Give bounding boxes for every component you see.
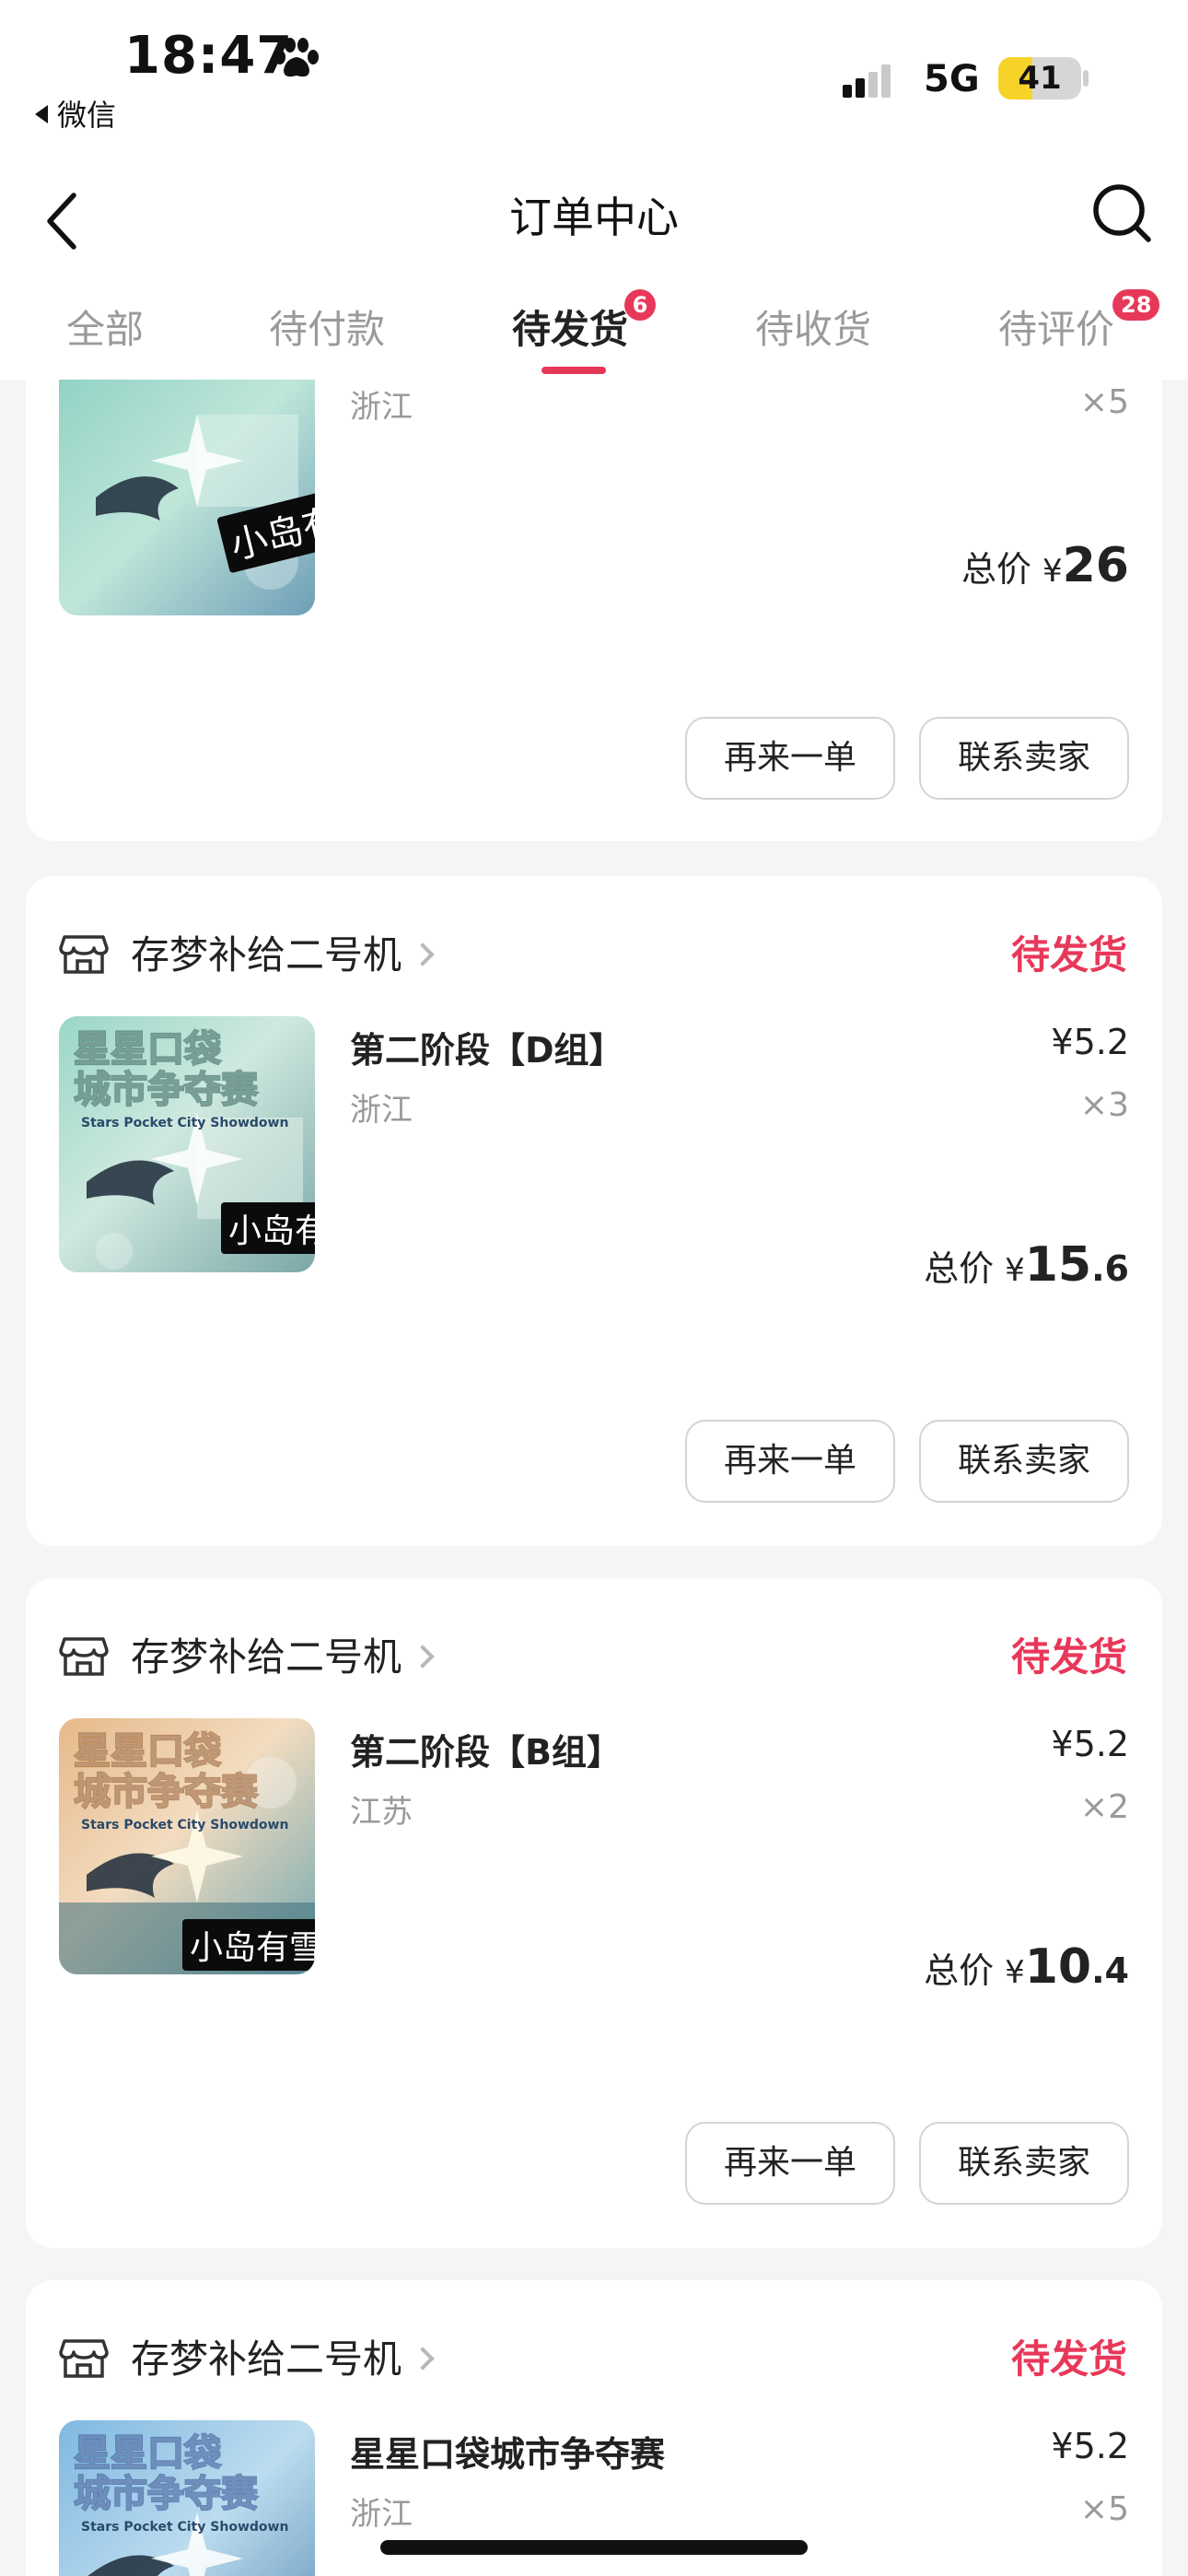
home-indicator[interactable] <box>380 2540 808 2555</box>
total-currency: ¥ <box>1005 1252 1025 1289</box>
product-name[interactable]: 第二阶段【B组】 <box>350 1724 622 1774</box>
tab-pending-payment[interactable]: 待付款 <box>269 299 385 355</box>
order-total: 总价 ¥26 <box>961 538 1129 593</box>
tab-badge: 6 <box>624 289 656 321</box>
total-amount: 26 <box>1062 538 1129 593</box>
product-region: 浙江 <box>350 389 413 426</box>
chevron-right-icon <box>411 943 435 966</box>
total-amount: 15 <box>1024 1237 1092 1293</box>
signal-icon <box>843 64 891 98</box>
product-thumbnail[interactable]: 星星口袋 城市争夺赛 Stars Pocket City Showdown <box>59 2420 315 2576</box>
total-amount: 10 <box>1024 1939 1092 1995</box>
art-subtitle: Stars Pocket City Showdown <box>81 1818 289 1832</box>
order-total: 总价 ¥15.6 <box>924 1237 1129 1293</box>
product-thumbnail[interactable]: 星星口袋 城市争夺赛 Stars Pocket City Showdown 小岛有… <box>59 1718 315 1974</box>
order-total: 总价 ¥10.4 <box>924 1939 1129 1995</box>
tab-all[interactable]: 全部 <box>66 299 144 355</box>
paw-icon <box>274 38 319 77</box>
reorder-button[interactable]: 再来一单 <box>685 1420 895 1503</box>
shop-row[interactable]: 存梦补给二号机 待发货 <box>59 924 1127 979</box>
back-to-app-link[interactable]: 微信 <box>35 92 116 135</box>
total-decimal: .4 <box>1091 1950 1129 1991</box>
sticker-label: 小岛有雪 <box>221 1202 315 1254</box>
chevron-right-icon <box>411 2347 435 2371</box>
art-title: 星星口袋 城市争夺赛 <box>73 2432 259 2515</box>
store-icon <box>59 1637 109 1676</box>
total-currency: ¥ <box>1042 553 1063 590</box>
tab-pending-shipment[interactable]: 待发货 <box>512 299 628 355</box>
order-status: 待发货 <box>1010 932 1127 978</box>
product-quantity: ×5 <box>1079 383 1129 421</box>
battery-icon: 41 <box>998 57 1081 100</box>
product-price: ¥5.2 <box>1051 2426 1129 2466</box>
product-name[interactable]: 第二阶段【D组】 <box>350 1022 624 1072</box>
page-title: 订单中心 <box>509 193 679 242</box>
shop-name[interactable]: 存梦补给二号机 <box>131 2328 435 2384</box>
contact-seller-button[interactable]: 联系卖家 <box>919 1420 1129 1503</box>
product-price: ¥5.2 <box>1051 1022 1129 1062</box>
nav-bar: 订单中心 <box>0 166 1188 276</box>
art-title: 星星口袋 城市争夺赛 <box>73 1028 259 1111</box>
store-icon <box>59 935 109 974</box>
art-title: 星星口袋 城市争夺赛 <box>73 1730 259 1813</box>
order-card-2: 存梦补给二号机 待发货 星星口袋 城市争夺赛 Stars Pocket City … <box>26 876 1162 1546</box>
product-quantity: ×5 <box>1079 2490 1129 2528</box>
clock: 18:47 <box>124 26 294 86</box>
tab-pending-receipt[interactable]: 待收货 <box>755 299 871 355</box>
product-quantity: ×2 <box>1079 1788 1129 1826</box>
tab-badge: 28 <box>1112 289 1160 321</box>
tab-pending-review[interactable]: 待评价 <box>998 299 1114 355</box>
total-label: 总价 <box>924 1248 995 1289</box>
product-name[interactable]: 星星口袋城市争夺赛 <box>350 2426 665 2476</box>
art-subtitle: Stars Pocket City Showdown <box>81 2520 289 2535</box>
contact-seller-button[interactable]: 联系卖家 <box>919 717 1129 800</box>
product-thumbnail[interactable]: 小岛有雪 <box>59 359 315 615</box>
art-subtitle: Stars Pocket City Showdown <box>81 1116 289 1130</box>
order-card-3: 存梦补给二号机 待发货 星星口袋 城市争夺赛 Stars Pocket City … <box>26 1578 1162 2248</box>
shop-name[interactable]: 存梦补给二号机 <box>131 924 435 980</box>
shop-row[interactable]: 存梦补给二号机 待发货 <box>59 1626 1127 1681</box>
store-icon <box>59 2339 109 2378</box>
battery-tip <box>1083 70 1089 87</box>
total-decimal: .6 <box>1091 1248 1129 1289</box>
status-bar: 18:47 微信 5G 41 <box>0 0 1188 166</box>
reorder-button[interactable]: 再来一单 <box>685 2122 895 2205</box>
active-tab-indicator <box>542 367 606 374</box>
product-thumbnail[interactable]: 星星口袋 城市争夺赛 Stars Pocket City Showdown 小岛有… <box>59 1016 315 1272</box>
product-quantity: ×3 <box>1079 1086 1129 1124</box>
order-status: 待发货 <box>1010 2336 1127 2382</box>
product-price: ¥5.2 <box>1051 1724 1129 1764</box>
order-card-4: 存梦补给二号机 待发货 星星口袋 城市争夺赛 Stars Pocket City … <box>26 2280 1162 2576</box>
order-center-page: 小岛有雪 浙江 ×5 总价 ¥26 再来一单 联系卖家 存梦补给二号机 待发货 <box>0 0 1188 2576</box>
battery-percent: 41 <box>1018 60 1062 97</box>
sticker-label: 小岛有雪 <box>182 1919 315 1971</box>
search-icon[interactable] <box>1089 181 1154 245</box>
order-card-1: 小岛有雪 浙江 ×5 总价 ¥26 再来一单 联系卖家 <box>26 304 1162 841</box>
shop-name[interactable]: 存梦补给二号机 <box>131 1626 435 1682</box>
product-region: 江苏 <box>350 1794 413 1831</box>
product-region: 浙江 <box>350 1092 413 1129</box>
shop-row[interactable]: 存梦补给二号机 待发货 <box>59 2328 1127 2383</box>
total-label: 总价 <box>961 549 1031 590</box>
album-art <box>59 359 315 615</box>
product-region: 浙江 <box>350 2496 413 2533</box>
order-tabs: 全部 待付款 待发货 6 待收货 待评价 28 <box>0 276 1188 380</box>
chevron-right-icon <box>411 1645 435 1669</box>
total-label: 总价 <box>924 1950 995 1991</box>
network-type: 5G <box>924 58 980 100</box>
reorder-button[interactable]: 再来一单 <box>685 717 895 800</box>
back-triangle-icon <box>35 105 48 123</box>
total-currency: ¥ <box>1005 1954 1025 1991</box>
order-status: 待发货 <box>1010 1634 1127 1680</box>
contact-seller-button[interactable]: 联系卖家 <box>919 2122 1129 2205</box>
